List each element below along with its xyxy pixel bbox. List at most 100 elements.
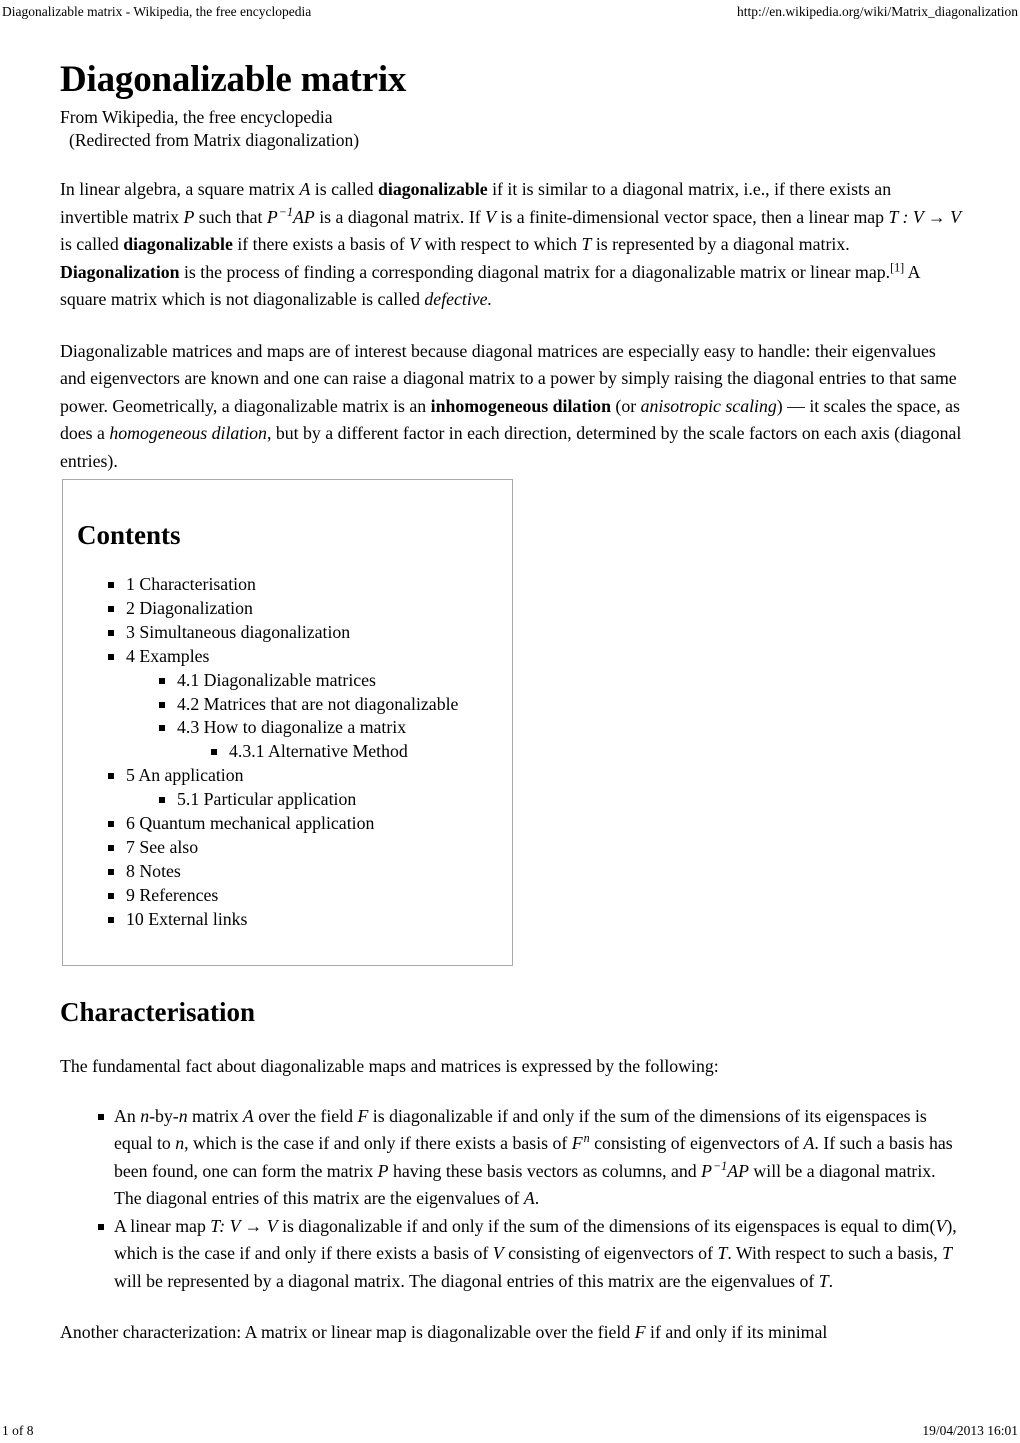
toc-item-label: 4 Examples [126,645,210,666]
toc-item[interactable]: 8 Notes [63,860,512,884]
toc-item[interactable]: 4.3.1 Alternative Method [63,740,512,764]
article-content: Diagonalizable matrix From Wikipedia, th… [60,58,962,475]
toc-item[interactable]: 4.2 Matrices that are not diagonalizable [63,693,512,717]
b2-s6: will be represented by a diagonal matrix… [114,1270,819,1291]
b1-formula-pinvap: P−1AP [701,1158,749,1181]
p1-s6: is a finite-dimensional vector space, th… [495,206,889,227]
bullet-square-icon [108,821,114,828]
toc-title: Contents [77,520,181,550]
toc-item-label: 4.3 How to diagonalize a matrix [177,717,407,738]
toc-item[interactable]: 5.1 Particular application [63,788,512,812]
b1-var-A3: A [523,1188,535,1208]
print-header: Diagonalizable matrix - Wikipedia, the f… [0,0,1020,24]
p1-term-diagonalization: Diagonalization [60,261,180,282]
toc-item-label: 10 External links [126,908,248,929]
print-timestamp: 19/04/2013 16:01 [922,1423,1018,1438]
p1-s8: if there exists a basis of [232,234,410,254]
b1-var-P: P [377,1160,389,1181]
characterisation-intro: The fundamental fact about diagonalizabl… [60,1056,719,1076]
print-header-title: Diagonalizable matrix - Wikipedia, the f… [2,4,312,19]
p1-var-V2: V [409,234,421,254]
page-number: 1 of 8 [2,1423,34,1438]
table-of-contents: Contents 1 Characterisation 2 Diagonaliz… [62,479,513,966]
bullet-square-icon [108,582,114,588]
b2-var-T1: T [717,1243,728,1263]
b1-formula2-base: P [701,1160,713,1181]
p1-s10: is represented by a diagonal matrix. [591,234,850,254]
b2-var-V1: V [935,1215,947,1236]
bullet-square-icon [98,1223,104,1230]
p1-s5: is a diagonal matrix. If [314,206,486,227]
characterisation-closing-paragraph: Another characterization: A matrix or li… [60,1319,962,1347]
b1-s3: matrix [187,1105,243,1126]
list-item: A linear map T: V → V is diagonalizable … [60,1213,962,1296]
print-header-url: http://en.wikipedia.org/wiki/Matrix_diag… [737,4,1018,19]
toc-item[interactable]: 2 Diagonalization [63,597,512,621]
p1-term-diagonalizable: diagonalizable [377,179,488,199]
b1-formula-fn: Fn [571,1132,590,1153]
p1-s4: such that [194,206,267,227]
p1-var-A: A [299,179,311,199]
b1-var-A: A [242,1105,254,1126]
section-heading-characterisation: Characterisation [60,997,255,1027]
toc-item-label: 9 References [126,884,219,905]
p2-term-anisotropic-scaling: anisotropic scaling [640,395,777,416]
b2-s2: is diagonalizable if and only if the sum… [277,1215,936,1236]
b2-s5: . With respect to such a basis, [727,1243,943,1263]
b1-var-A2: A [803,1133,815,1153]
characterisation-bullet-list: An n-by-n matrix A over the field F is d… [60,1103,962,1296]
b1-formula-base: F [571,1133,583,1153]
toc-item[interactable]: 3 Simultaneous diagonalization [63,621,512,645]
b2-s1: A linear map [114,1215,211,1236]
p1-term-diagonalizable-2: diagonalizable [123,234,233,254]
bullet-square-icon [108,916,114,923]
b1-formula2-tail: AP [727,1160,749,1181]
bullet-square-icon [108,868,114,875]
page-title: Diagonalizable matrix [60,59,407,100]
bullet-square-icon [159,701,165,708]
b1-s4: over the field [253,1105,358,1126]
b1-var-n3: n [175,1133,185,1153]
b2-s7: . [828,1270,834,1291]
toc-item[interactable]: 4 Examples [63,645,512,669]
b1-s7: consisting of eigenvectors of [589,1133,804,1153]
toc-list: 1 Characterisation 2 Diagonalization 3 S… [63,573,512,932]
b2-var-T2: T [942,1243,952,1263]
p1-formula-map: T : V → V [888,206,961,227]
bullet-square-icon [108,773,114,780]
b1-s2: -by- [149,1105,179,1126]
toc-item[interactable]: 10 External links [63,908,512,932]
p1-s11: is the process of finding a correspondin… [179,261,891,282]
intro-paragraph-1: In linear algebra, a square matrix A is … [60,176,962,314]
p1-formula-pinvap: P−1AP [267,206,315,227]
bullet-square-icon [108,653,114,660]
bullet-square-icon [159,677,165,684]
bullet-square-icon [98,1113,104,1120]
toc-item-label: 4.3.1 Alternative Method [229,741,408,762]
toc-item[interactable]: 6 Quantum mechanical application [63,812,512,836]
bullet-square-icon [211,749,217,756]
toc-item[interactable]: 7 See also [63,836,512,860]
toc-item-label: 1 Characterisation [126,574,256,594]
toc-item-label: 7 See also [126,836,199,857]
bullet-square-icon [159,797,165,804]
toc-item[interactable]: 4.3 How to diagonalize a matrix [63,716,512,740]
b1-formula2-exponent: −1 [713,1158,728,1173]
b1-var-n1: n [140,1105,150,1126]
b2-var-V2: V [492,1243,504,1263]
toc-item-label: 2 Diagonalization [126,597,253,618]
p2-term-inhomogeneous-dilation: inhomogeneous dilation [430,395,611,416]
toc-item[interactable]: 1 Characterisation [63,573,512,597]
toc-item[interactable]: 9 References [63,884,512,908]
toc-item[interactable]: 4.1 Diagonalizable matrices [63,669,512,693]
bullet-square-icon [108,892,114,899]
p1-s2: is called [310,179,378,199]
p1-term-defective: defective. [424,289,493,309]
b1-s9: having these basis vectors as columns, a… [388,1160,702,1181]
citation-ref-1[interactable]: [1] [890,260,904,274]
b2-s4: consisting of eigenvectors of [503,1243,718,1263]
toc-item-label: 5.1 Particular application [177,789,357,810]
toc-item[interactable]: 5 An application [63,764,512,788]
p1-s7: is called [60,234,124,254]
b1-var-n2: n [178,1105,188,1126]
